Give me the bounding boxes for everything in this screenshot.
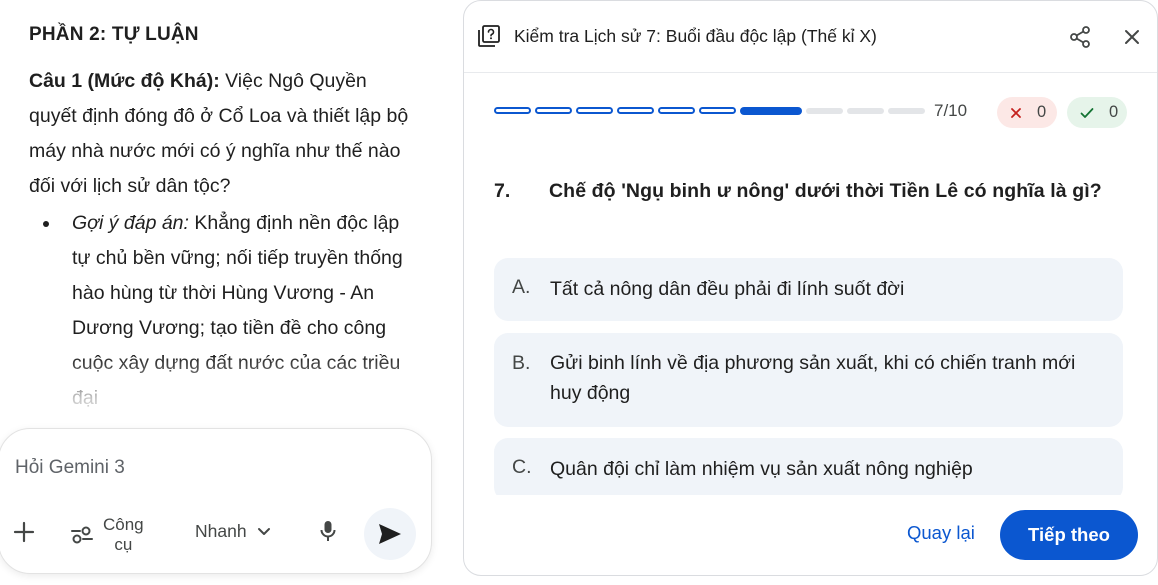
wrong-count-badge: 0 bbox=[997, 97, 1057, 128]
tools-icon bbox=[71, 526, 93, 544]
send-icon bbox=[379, 524, 401, 544]
question-label: Câu 1 (Mức độ Khá): bbox=[29, 70, 220, 92]
question-number: 7. bbox=[494, 180, 511, 202]
add-button[interactable] bbox=[11, 519, 37, 545]
next-button[interactable]: Tiếp theo bbox=[1000, 510, 1138, 560]
prompt-composer: Hỏi Gemini 3 Công cụ Nhanh bbox=[0, 428, 432, 574]
back-button[interactable]: Quay lại bbox=[907, 522, 975, 544]
hint-label: Gợi ý đáp án: bbox=[72, 212, 189, 234]
progress-segment bbox=[806, 108, 843, 114]
tools-label: Công cụ bbox=[103, 515, 144, 554]
speed-label: Nhanh bbox=[195, 521, 247, 541]
progress-segment bbox=[494, 107, 531, 114]
progress-segment bbox=[658, 107, 695, 114]
check-icon bbox=[1080, 107, 1094, 118]
progress-count: 7/10 bbox=[934, 101, 968, 120]
bullet-dot bbox=[43, 221, 49, 227]
wrong-count: 0 bbox=[1037, 103, 1047, 121]
x-icon bbox=[1011, 107, 1021, 118]
option-letter: A. bbox=[512, 276, 531, 298]
progress-segment bbox=[535, 107, 572, 114]
share-icon[interactable] bbox=[1068, 25, 1092, 49]
chat-pane: PHẦN 2: TỰ LUẬN Câu 1 (Mức độ Khá): Việc… bbox=[0, 0, 452, 585]
section-title: PHẦN 2: TỰ LUẬN bbox=[29, 24, 199, 45]
quiz-header: Kiểm tra Lịch sử 7: Buổi đầu độc lập (Th… bbox=[464, 1, 1157, 73]
question-text: Chế độ 'Ngụ binh ư nông' dưới thời Tiền … bbox=[549, 180, 1102, 202]
progress-segment bbox=[617, 107, 654, 114]
option-text: Quân đội chỉ làm nhiệm vụ sản xuất nông … bbox=[550, 458, 973, 480]
mic-button[interactable] bbox=[319, 520, 337, 542]
progress-segment bbox=[699, 107, 736, 114]
correct-count-badge: 0 bbox=[1067, 97, 1127, 128]
option-a[interactable]: A. Tất cả nông dân đều phải đi lính suốt… bbox=[494, 258, 1123, 321]
plus-icon bbox=[13, 521, 35, 543]
send-button[interactable] bbox=[364, 508, 416, 560]
progress-segment bbox=[740, 107, 802, 115]
option-b[interactable]: B. Gửi binh lính về địa phương sản xuất,… bbox=[494, 333, 1123, 427]
option-c[interactable]: C. Quân đội chỉ làm nhiệm vụ sản xuất nô… bbox=[494, 438, 1123, 495]
model-speed-dropdown[interactable]: Nhanh bbox=[195, 521, 271, 542]
option-text: Gửi binh lính về địa phương sản xuất, kh… bbox=[550, 352, 1076, 404]
quiz-icon bbox=[478, 25, 500, 47]
prompt-input[interactable]: Hỏi Gemini 3 bbox=[15, 457, 125, 479]
option-letter: B. bbox=[512, 352, 531, 374]
progress-segment bbox=[847, 108, 884, 114]
quiz-title: Kiểm tra Lịch sử 7: Buổi đầu độc lập (Th… bbox=[514, 26, 877, 46]
tools-button[interactable]: Công cụ bbox=[71, 513, 144, 557]
answer-options: A. Tất cả nông dân đều phải đi lính suốt… bbox=[494, 258, 1123, 495]
progress-segment bbox=[888, 108, 925, 114]
quiz-card: Kiểm tra Lịch sử 7: Buổi đầu độc lập (Th… bbox=[463, 0, 1158, 576]
option-text: Tất cả nông dân đều phải đi lính suốt đờ… bbox=[550, 278, 905, 300]
close-icon[interactable] bbox=[1120, 25, 1144, 49]
scroll-fade bbox=[0, 355, 452, 435]
essay-question: Câu 1 (Mức độ Khá): Việc Ngô Quyền quyết… bbox=[29, 64, 409, 204]
correct-count: 0 bbox=[1109, 103, 1119, 121]
progress-segment bbox=[576, 107, 613, 114]
chevron-down-icon bbox=[257, 527, 270, 535]
mic-icon bbox=[320, 521, 336, 541]
option-letter: C. bbox=[512, 456, 532, 478]
